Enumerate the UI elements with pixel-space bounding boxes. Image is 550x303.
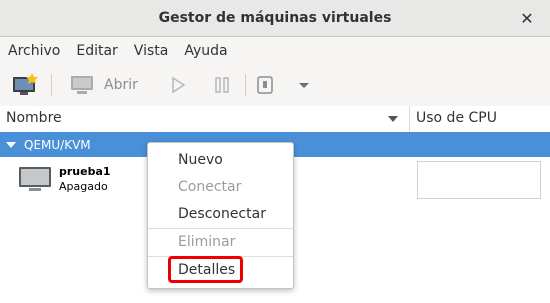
menu-separator: [148, 228, 293, 229]
connection-label: QEMU/KVM: [24, 137, 91, 152]
menu-item-conectar: Conectar: [178, 179, 242, 195]
toolbar-separator: [245, 74, 246, 96]
shutdown-dropdown[interactable]: [298, 72, 310, 98]
open-button[interactable]: Abrir: [70, 72, 138, 98]
menubar: Archivo Editar Vista Ayuda: [0, 37, 550, 64]
menu-item-nuevo[interactable]: Nuevo: [178, 152, 223, 168]
new-vm-icon: [13, 73, 38, 95]
power-icon: [257, 76, 273, 94]
expander-down-icon[interactable]: [6, 141, 16, 148]
chevron-down-icon: [299, 83, 309, 88]
pause-icon: [215, 77, 229, 93]
close-icon[interactable]: ✕: [518, 9, 536, 28]
play-icon: [172, 76, 186, 94]
open-label: Abrir: [104, 77, 138, 93]
vm-status: Apagado: [59, 180, 108, 193]
menu-archivo[interactable]: Archivo: [0, 43, 68, 59]
cpu-usage-graph: [417, 161, 541, 199]
shutdown-button[interactable]: [256, 72, 274, 98]
column-divider[interactable]: [409, 106, 410, 132]
menu-item-desconectar[interactable]: Desconectar: [178, 206, 266, 222]
new-vm-button[interactable]: [12, 72, 38, 98]
column-header-name[interactable]: Nombre: [6, 110, 62, 126]
window-titlebar: Gestor de máquinas virtuales ✕: [0, 0, 550, 37]
monitor-icon: [19, 167, 51, 191]
run-button[interactable]: [170, 72, 186, 98]
window-title: Gestor de máquinas virtuales: [158, 10, 392, 26]
toolbar: Abrir: [0, 64, 550, 107]
sort-down-icon[interactable]: [388, 116, 398, 122]
menu-vista[interactable]: Vista: [126, 43, 177, 59]
list-header: Nombre Uso de CPU: [0, 106, 550, 133]
vm-name: prueba1: [59, 165, 111, 178]
menu-editar[interactable]: Editar: [68, 43, 125, 59]
column-header-cpu[interactable]: Uso de CPU: [416, 110, 497, 126]
detalles-highlight-box: [168, 256, 243, 283]
menu-item-eliminar: Eliminar: [178, 234, 236, 250]
monitor-icon: [71, 76, 93, 94]
toolbar-separator: [51, 74, 52, 96]
pause-button[interactable]: [214, 72, 230, 98]
menu-ayuda[interactable]: Ayuda: [176, 43, 235, 59]
